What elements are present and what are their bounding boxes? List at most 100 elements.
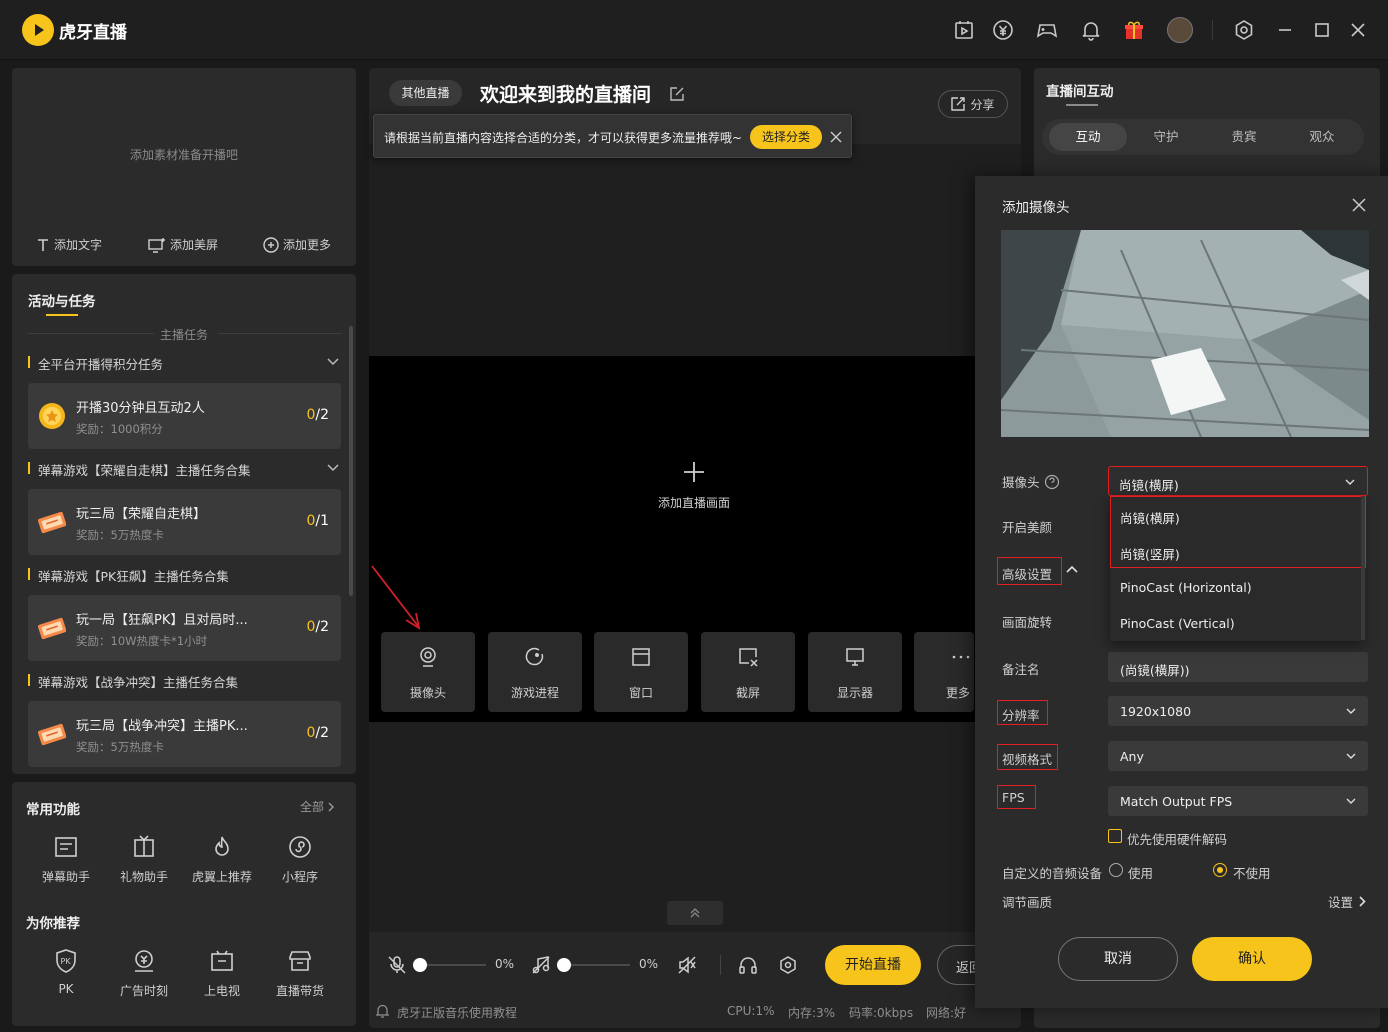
- recommend-on-tv[interactable]: 上电视: [187, 948, 257, 999]
- close-icon[interactable]: [1346, 18, 1370, 42]
- chevron-down-icon[interactable]: [327, 358, 339, 366]
- add-beauty-screen-button[interactable]: 添加美屏: [148, 236, 218, 253]
- function-gift-helper[interactable]: 礼物助手: [109, 834, 179, 885]
- music-volume-handle[interactable]: [557, 958, 571, 972]
- close-icon[interactable]: [1352, 198, 1366, 212]
- help-icon[interactable]: [1044, 474, 1060, 490]
- camera-select-value: 尚镜(横屏): [1119, 478, 1179, 493]
- recommend-pk[interactable]: PK PK: [31, 948, 101, 996]
- stream-settings-icon[interactable]: [778, 955, 798, 975]
- task-card[interactable]: 玩三局【荣耀自走棋】 奖励：5万热度卡 0/1: [28, 489, 341, 555]
- fps-select[interactable]: Match Output FPS: [1108, 786, 1368, 816]
- video-format-select[interactable]: Any: [1108, 741, 1368, 771]
- close-icon[interactable]: [830, 131, 842, 143]
- start-stream-button[interactable]: 开始直播: [825, 945, 921, 985]
- avatar[interactable]: [1167, 17, 1193, 43]
- add-canvas-button[interactable]: 添加直播画面: [574, 460, 814, 511]
- source-label: 更多: [946, 686, 971, 700]
- tab-interaction[interactable]: 互动: [1049, 123, 1127, 151]
- audio-use-radio[interactable]: [1109, 863, 1123, 877]
- hw-decode-checkbox[interactable]: [1108, 829, 1122, 843]
- task-reward: 奖励：5万热度卡: [76, 528, 164, 542]
- tab-guard[interactable]: 守护: [1127, 123, 1205, 151]
- replay-icon[interactable]: [952, 18, 976, 42]
- gift-icon: [131, 834, 157, 860]
- tab-vip[interactable]: 贵宾: [1205, 123, 1283, 151]
- chevron-up-icon[interactable]: [1066, 565, 1078, 573]
- scene-panel: 添加素材准备开播吧 添加文字 添加美屏 添加更多: [12, 68, 356, 266]
- camera-select[interactable]: 尚镜(横屏): [1108, 466, 1368, 496]
- camera-option[interactable]: PinoCast (Horizontal): [1110, 569, 1362, 605]
- cancel-button[interactable]: 取消: [1058, 937, 1178, 981]
- select-category-button[interactable]: 选择分类: [750, 125, 822, 149]
- back-button[interactable]: 返回: [937, 945, 975, 985]
- network-status: 网络:好: [926, 1006, 967, 1020]
- tasks-title-underline: [46, 314, 78, 316]
- function-barrage-helper[interactable]: 弹幕助手: [31, 834, 101, 885]
- source-camera-button[interactable]: 摄像头: [381, 632, 475, 712]
- advanced-settings-label[interactable]: 高级设置: [1002, 564, 1052, 583]
- group-marker: [28, 462, 30, 474]
- source-label: 截屏: [735, 686, 760, 700]
- task-card[interactable]: 玩一局【狂飙PK】且对局时... 奖励：10W热度卡*1小时 0/2: [28, 595, 341, 661]
- source-more-button[interactable]: 更多: [914, 632, 974, 712]
- settings-gear-icon[interactable]: [1232, 18, 1256, 42]
- confirm-button[interactable]: 确认: [1192, 937, 1312, 981]
- task-reward: 奖励：5万热度卡: [76, 740, 164, 754]
- alias-input[interactable]: (尚镜(横屏)): [1108, 652, 1368, 682]
- tab-audience[interactable]: 观众: [1283, 123, 1361, 151]
- music-tutorial-link[interactable]: 虎牙正版音乐使用教程: [397, 1004, 517, 1021]
- task-title: 玩三局【战争冲突】主播PK...: [76, 719, 248, 734]
- gift-box-icon[interactable]: [1122, 18, 1146, 42]
- function-mini-program[interactable]: 小程序: [265, 834, 335, 885]
- camera-preview: [1001, 230, 1369, 437]
- headset-icon[interactable]: [738, 955, 758, 975]
- music-volume-slider[interactable]: [564, 964, 630, 966]
- source-label: 显示器: [836, 686, 873, 700]
- gamepad-icon[interactable]: [1035, 18, 1059, 42]
- group-marker: [28, 674, 30, 686]
- mic-muted-icon[interactable]: [387, 955, 407, 975]
- collapse-handle[interactable]: [667, 901, 723, 925]
- dropdown-scrollbar[interactable]: [1361, 496, 1365, 640]
- category-badge[interactable]: 其他直播: [389, 80, 462, 106]
- mic-volume-handle[interactable]: [413, 958, 427, 972]
- interaction-title-underline: [1066, 104, 1098, 106]
- shop-icon: [287, 948, 313, 974]
- video-format-label: 视频格式: [1002, 752, 1053, 767]
- speaker-muted-icon[interactable]: [677, 955, 697, 975]
- task-card[interactable]: 玩三局【战争冲突】主播PK... 奖励：5万热度卡 0/2: [28, 701, 341, 767]
- edit-icon[interactable]: [669, 86, 685, 102]
- display-icon: [844, 646, 866, 668]
- bitrate-status: 码率:0kbps: [849, 1006, 914, 1020]
- resolution-select[interactable]: 1920x1080: [1108, 696, 1368, 726]
- function-label: 虎翼上推荐: [191, 870, 252, 884]
- audio-not-use-radio[interactable]: [1213, 863, 1227, 877]
- task-card[interactable]: 开播30分钟且互动2人 奖励：1000积分 0/2: [28, 383, 341, 449]
- add-text-button[interactable]: 添加文字: [36, 236, 102, 253]
- maximize-icon[interactable]: [1310, 18, 1334, 42]
- task-title: 玩一局【狂飙PK】且对局时...: [76, 613, 248, 628]
- source-screenshot-button[interactable]: 截屏: [701, 632, 795, 712]
- recommend-live-commerce[interactable]: 直播带货: [265, 948, 335, 999]
- camera-option[interactable]: PinoCast (Vertical): [1110, 605, 1362, 641]
- recommend-ad-moment[interactable]: 广告时刻: [109, 948, 179, 999]
- source-game-process-button[interactable]: 游戏进程: [488, 632, 582, 712]
- mic-volume-slider[interactable]: [420, 964, 486, 966]
- share-button[interactable]: 分享: [938, 90, 1008, 118]
- functions-all-link[interactable]: 全部: [300, 798, 335, 815]
- chevron-down-icon[interactable]: [327, 464, 339, 472]
- alias-label: 备注名: [1002, 662, 1040, 677]
- tasks-scrollbar[interactable]: [349, 326, 353, 596]
- task-progress: 0/2: [306, 725, 329, 741]
- source-window-button[interactable]: 窗口: [594, 632, 688, 712]
- quality-settings-link[interactable]: 设置: [1328, 892, 1366, 911]
- add-more-button[interactable]: 添加更多: [263, 236, 331, 253]
- yuan-coin-icon[interactable]: [991, 18, 1015, 42]
- function-huyi-recommend[interactable]: 虎翼上推荐: [187, 834, 257, 885]
- minimize-icon[interactable]: [1273, 18, 1297, 42]
- source-display-button[interactable]: 显示器: [808, 632, 902, 712]
- dialog-title: 添加摄像头: [1002, 200, 1070, 216]
- bell-icon[interactable]: [1079, 18, 1103, 42]
- music-muted-icon[interactable]: [531, 955, 551, 975]
